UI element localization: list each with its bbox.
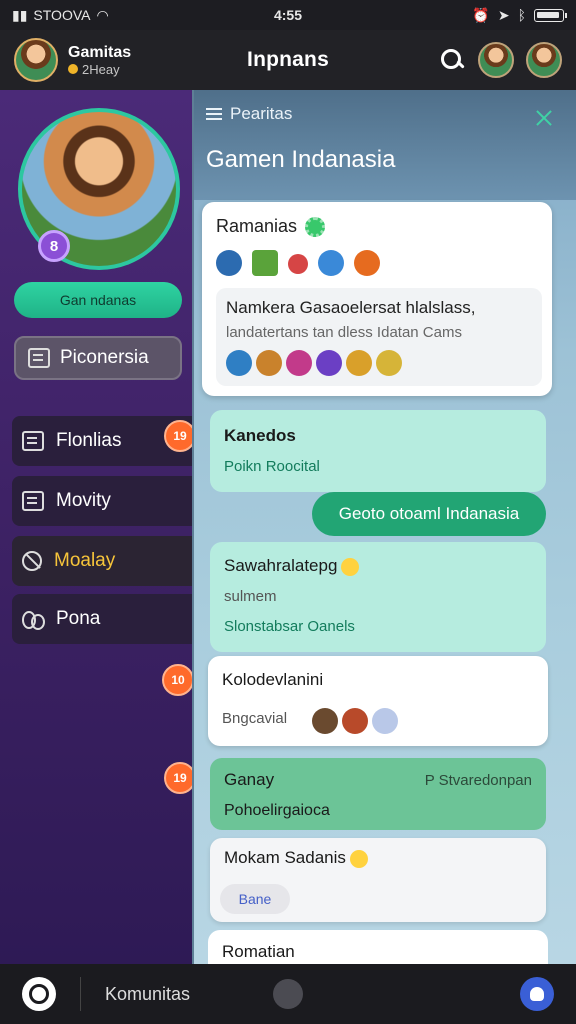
block-icon (22, 551, 42, 571)
game-icon[interactable] (256, 350, 282, 376)
page-title: Inpnans (247, 48, 329, 71)
join-group-button[interactable]: Geoto otoaml Indanasia (312, 492, 546, 536)
message-kolodevlanini[interactable]: Kolodevlanini Bngcavial (208, 656, 548, 746)
card-description: Namkera Gasaoelersat hlalslass, landater… (216, 288, 542, 386)
game-icon[interactable] (252, 250, 278, 276)
message-title: Ganay (224, 770, 275, 789)
battery-icon (534, 8, 567, 22)
carrier-label: STOOVA (33, 7, 91, 23)
emoji-icon (341, 557, 360, 576)
alarm-icon: ⏰ (472, 6, 490, 23)
friend-avatar[interactable] (478, 42, 514, 78)
panel-menu[interactable]: Pearitas (206, 104, 292, 124)
book-icon (28, 348, 50, 368)
sidebar-tab-primary[interactable]: Piconersia (14, 336, 182, 380)
app-header: Gamitas 2Heay Inpnans (0, 30, 576, 90)
bluetooth-icon: ᛒ (517, 7, 526, 23)
location-icon: ➤ (497, 6, 510, 23)
description-line-2: landatertans tan dless Idatan Cams (226, 324, 462, 341)
bottom-nav: Komunitas (0, 964, 576, 1024)
message-subtitle: Pohoelirgaioca (224, 802, 330, 819)
people-icon (22, 609, 45, 630)
emoji-icon (349, 849, 368, 868)
game-icon[interactable] (346, 350, 372, 376)
home-icon[interactable] (22, 977, 56, 1011)
record-icon[interactable] (273, 979, 303, 1009)
message-kanedos[interactable]: Kanedos Poikn Roocital (210, 410, 546, 492)
hero-button[interactable]: Gan ndanas (14, 282, 182, 318)
profile-status-label: 2Heay (82, 61, 120, 77)
sidebar-item-movity[interactable]: Movity (12, 476, 192, 526)
status-bar: ▮▮ STOOVA ◠ 4:55 ⏰ ➤ ᛒ (0, 0, 576, 30)
game-icon[interactable] (312, 708, 338, 734)
message-line: sulmem (224, 588, 277, 605)
message-title: Mokam Sadanis (224, 848, 368, 868)
message-title: Sawahralatepg (224, 556, 360, 576)
panel-title: Gamen Indanasia (206, 146, 396, 173)
divider (80, 977, 81, 1011)
friend-avatar-2[interactable] (526, 42, 562, 78)
message-sawahralatepg[interactable]: Sawahralatepg sulmem Slonstabsar Oanels (210, 542, 546, 652)
message-title-text: Mokam Sadanis (224, 848, 346, 867)
game-icon[interactable] (372, 708, 398, 734)
sidebar-item-moalay[interactable]: Moalay (12, 536, 192, 586)
shield-icon[interactable] (520, 977, 554, 1011)
message-mokam[interactable]: Mokam Sadanis Bane (210, 838, 546, 922)
coin-icon (68, 64, 78, 74)
carrier: ▮▮ STOOVA ◠ (12, 7, 109, 24)
profile-status: 2Heay (68, 62, 131, 77)
sidebar: 8 Gan ndanas Piconersia Flonlias Movity … (0, 90, 192, 964)
game-icon[interactable] (226, 350, 252, 376)
close-icon[interactable] (534, 108, 554, 128)
message-meta: P Stvaredonpan (424, 772, 532, 789)
game-icon[interactable] (354, 250, 380, 276)
game-icon[interactable] (376, 350, 402, 376)
profile-name: Gamitas (68, 43, 132, 61)
menu-icon (206, 108, 222, 120)
community-card[interactable]: Ramanias Namkera Gasaoelersat hlalslass,… (202, 202, 552, 396)
game-icons (216, 250, 380, 276)
message-title: Romatian (222, 942, 295, 961)
level-badge: 8 (38, 230, 70, 262)
message-subtitle: Slonstabsar Oanels (224, 618, 355, 635)
game-icon[interactable] (288, 254, 308, 274)
panel-menu-label: Pearitas (230, 104, 293, 123)
game-icon[interactable] (286, 350, 312, 376)
message-ganay[interactable]: Ganay P Stvaredonpan Pohoelirgaioca (210, 758, 546, 830)
profile-avatar[interactable] (14, 38, 58, 82)
card-title: Ramanias (216, 216, 298, 236)
game-icon[interactable] (316, 350, 342, 376)
nav-komunitas[interactable]: Komunitas (105, 984, 190, 1005)
chat-panel: Pearitas Gamen Indanasia Ramanias Namker… (192, 90, 576, 964)
game-icon[interactable] (342, 708, 368, 734)
sidebar-item-label: Moalay (54, 550, 116, 571)
game-icon[interactable] (216, 250, 242, 276)
message-subtitle: Poikn Roocital (224, 458, 320, 475)
sidebar-item-label: Flonlias (56, 430, 122, 451)
message-title-text: Sawahralatepg (224, 556, 338, 575)
window-icon (22, 491, 44, 511)
sidebar-item-pona[interactable]: Pona (12, 594, 192, 644)
wifi-icon: ◠ (96, 6, 109, 23)
notification-badge: 10 (162, 664, 194, 696)
message-subtitle: Bngcavial (222, 710, 288, 727)
gear-icon (305, 216, 326, 237)
tag-chip[interactable]: Bane (220, 884, 290, 914)
status-time: 4:55 (273, 7, 303, 23)
message-romatian[interactable]: Romatian (208, 930, 548, 964)
chat-icon (22, 431, 44, 451)
game-icons-row (226, 350, 402, 376)
sidebar-item-label: Pona (56, 608, 101, 629)
description-line-1: Namkera Gasaoelersat hlalslass, (226, 298, 476, 317)
search-icon[interactable] (438, 46, 466, 74)
message-title: Kanedos (224, 426, 296, 445)
signal-icon: ▮▮ (12, 6, 28, 23)
message-title: Kolodevlanini (222, 670, 324, 689)
game-icon[interactable] (318, 250, 344, 276)
sidebar-item-label: Movity (56, 490, 111, 511)
sidebar-tab-label: Piconersia (60, 347, 149, 368)
